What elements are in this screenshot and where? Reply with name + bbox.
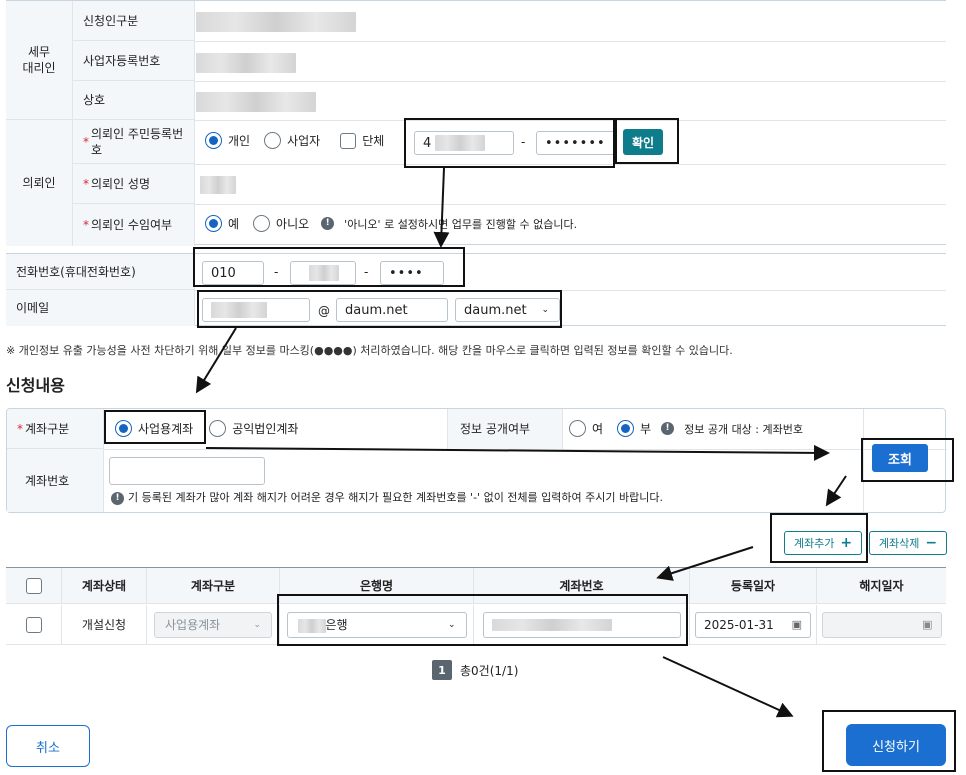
arrow-grid-to-submit [662,656,794,718]
arrow-email-to-account [195,327,237,394]
arrow-search-to-add [825,475,847,507]
arrow-add-to-grid [656,546,754,581]
arrow-account-to-search [205,444,830,461]
annotation-arrows [195,167,847,718]
arrow-rrn-to-phone [433,167,450,248]
